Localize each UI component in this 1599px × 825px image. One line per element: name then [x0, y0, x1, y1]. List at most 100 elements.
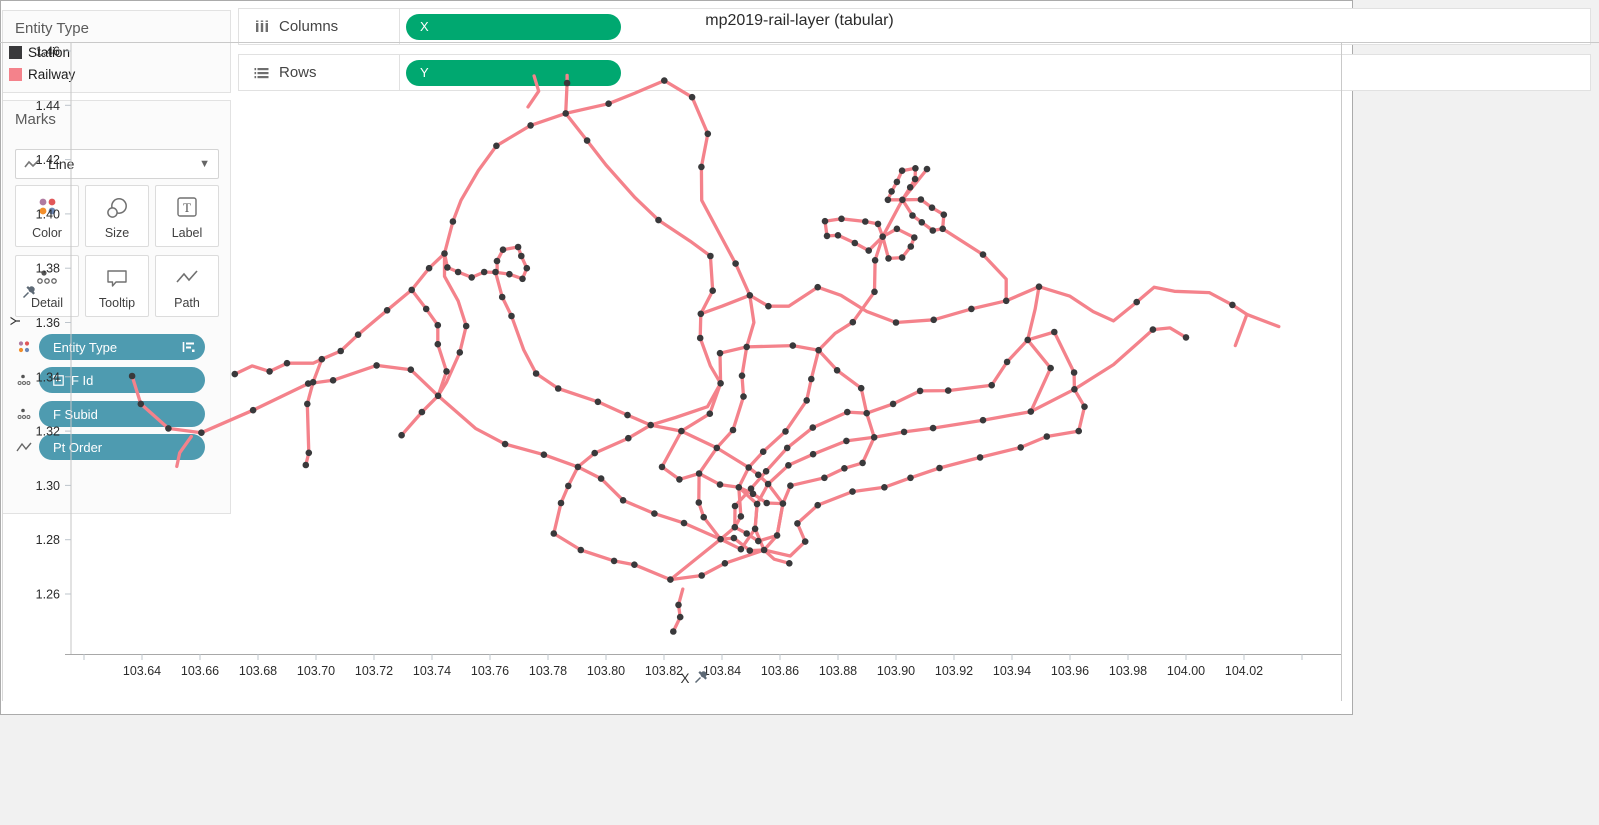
station-dot[interactable] [443, 368, 450, 375]
station-dot[interactable] [305, 449, 313, 457]
station-dot[interactable] [695, 470, 703, 477]
station-dot[interactable] [449, 218, 457, 225]
station-dot[interactable] [498, 293, 506, 301]
station-dot[interactable] [562, 110, 569, 117]
station-dot[interactable] [871, 288, 878, 296]
station-dot[interactable] [373, 362, 380, 369]
station-dot[interactable] [425, 264, 433, 272]
station-dot[interactable] [658, 463, 666, 471]
x-axis-title[interactable]: X [680, 671, 689, 686]
station-dot[interactable] [610, 557, 618, 565]
railway-line[interactable] [699, 285, 1281, 329]
station-dot[interactable] [801, 538, 809, 545]
station-dot[interactable] [713, 444, 721, 452]
station-dot[interactable] [821, 474, 828, 482]
station-dot[interactable] [755, 471, 762, 479]
station-dot[interactable] [888, 188, 895, 195]
station-dot[interactable] [760, 546, 768, 554]
station-dot[interactable] [407, 366, 415, 374]
station-dot[interactable] [550, 530, 558, 537]
station-dot[interactable] [676, 613, 684, 621]
station-dot[interactable] [231, 370, 239, 378]
station-dot[interactable] [519, 275, 526, 283]
station-dot[interactable] [506, 270, 513, 278]
station-dot[interactable] [732, 260, 739, 267]
station-dot[interactable] [979, 416, 987, 424]
station-dot[interactable] [865, 247, 872, 254]
station-dot[interactable] [916, 387, 924, 395]
station-dot[interactable] [716, 481, 724, 488]
station-dot[interactable] [462, 322, 470, 330]
station-dot[interactable] [480, 268, 488, 276]
station-dot[interactable] [697, 310, 705, 318]
station-dot[interactable] [676, 476, 683, 483]
station-dot[interactable] [695, 499, 703, 506]
station-dot[interactable] [898, 167, 906, 174]
station-dot[interactable] [698, 572, 705, 579]
station-dot[interactable] [833, 367, 841, 374]
station-dot[interactable] [753, 500, 761, 508]
station-dot[interactable] [249, 406, 257, 414]
station-dot[interactable] [823, 232, 831, 240]
station-dot[interactable] [597, 475, 605, 482]
station-dot[interactable] [841, 465, 848, 472]
station-dot[interactable] [499, 246, 507, 253]
station-dot[interactable] [619, 497, 627, 504]
station-dot[interactable] [441, 250, 448, 257]
station-dot[interactable] [554, 385, 562, 392]
railway-line[interactable] [130, 285, 1053, 551]
station-dot[interactable] [434, 340, 442, 348]
station-dot[interactable] [928, 204, 936, 211]
station-dot[interactable] [785, 462, 792, 469]
station-dot[interactable] [563, 79, 571, 87]
station-dot[interactable] [1075, 427, 1082, 435]
station-dot[interactable] [844, 408, 851, 416]
station-dot[interactable] [1027, 408, 1035, 415]
station-dot[interactable] [988, 381, 995, 389]
station-dot[interactable] [514, 243, 522, 251]
station-dot[interactable] [523, 264, 531, 272]
station-dot[interactable] [518, 252, 525, 260]
station-dot[interactable] [731, 523, 739, 531]
station-dot[interactable] [893, 178, 901, 186]
station-dot[interactable] [688, 93, 696, 101]
station-dot[interactable] [165, 425, 172, 432]
station-dot[interactable] [1182, 334, 1190, 341]
station-dot[interactable] [709, 287, 716, 294]
station-dot[interactable] [492, 268, 499, 276]
station-dot[interactable] [624, 411, 631, 419]
station-dot[interactable] [337, 347, 345, 355]
railway-line[interactable] [233, 251, 447, 376]
railway-line[interactable] [668, 167, 929, 582]
station-dot[interactable] [717, 535, 724, 543]
station-dot[interactable] [923, 165, 931, 173]
station-dot[interactable] [874, 220, 882, 228]
station-dot[interactable] [857, 384, 865, 392]
station-dot[interactable] [765, 302, 772, 310]
station-dot[interactable] [743, 343, 750, 351]
station-dot[interactable] [889, 400, 897, 408]
station-dot[interactable] [283, 359, 291, 367]
station-dot[interactable] [794, 520, 801, 527]
station-dot[interactable] [675, 601, 682, 609]
station-dot[interactable] [907, 243, 915, 250]
station-dot[interactable] [979, 251, 987, 258]
station-dot[interactable] [625, 434, 632, 442]
station-dot[interactable] [929, 227, 937, 234]
station-dot[interactable] [591, 449, 598, 457]
station-dot[interactable] [408, 286, 416, 294]
station-dot[interactable] [884, 196, 892, 204]
station-dot[interactable] [1071, 386, 1078, 393]
station-dot[interactable] [892, 319, 900, 326]
station-dot[interactable] [631, 561, 638, 568]
station-dot[interactable] [704, 130, 712, 138]
station-dot[interactable] [747, 485, 755, 493]
station-dot[interactable] [651, 510, 658, 517]
station-dot[interactable] [976, 454, 984, 461]
station-dot[interactable] [737, 545, 745, 553]
station-dot[interactable] [917, 196, 925, 203]
station-dot[interactable] [755, 537, 762, 545]
station-dot[interactable] [137, 400, 145, 408]
station-dot[interactable] [944, 387, 952, 394]
station-dot[interactable] [762, 468, 770, 475]
